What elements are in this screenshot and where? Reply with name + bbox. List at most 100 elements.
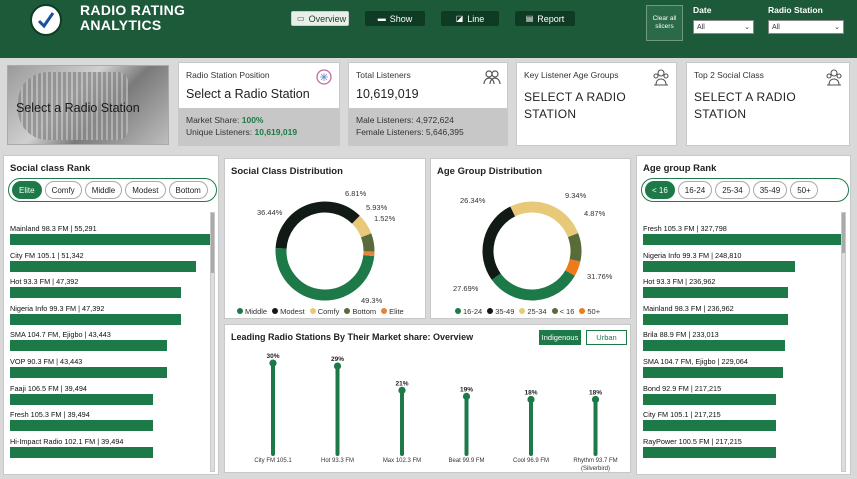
rank-row[interactable]: Brila 88.9 FM | 233,013 (643, 330, 786, 352)
clear-slicers-button[interactable]: Clear all slicers (646, 5, 683, 41)
rank-bar (643, 234, 843, 245)
lollipop-category-label: Max 102.3 FM (383, 458, 421, 464)
age-group-distribution-panel: Age Group Distribution 31.76% 27.69% 26.34… (430, 158, 631, 319)
hero-microphone-image: Select a Radio Station (7, 65, 169, 145)
users-icon (483, 70, 501, 85)
rank-bar (10, 340, 168, 352)
rank-row[interactable]: Hi-Impact Radio 102.1 FM | 39,494 (10, 437, 153, 458)
market-share-value: 100% (241, 115, 264, 125)
rank-row[interactable]: Nigeria Info 99.3 FM | 47,392 (10, 304, 182, 325)
nav-overview-button[interactable]: ▭ Overview (291, 11, 349, 26)
lollipop-value-label: 30% (266, 353, 279, 360)
age-group-pill[interactable]: 50+ (790, 181, 818, 199)
rank-bar (10, 260, 196, 272)
rank-bar (10, 367, 168, 378)
station-slicer: Radio Station All ⌄ (768, 5, 844, 34)
legend-item: Middle (237, 307, 267, 316)
age-group-pill[interactable]: 16-24 (677, 181, 713, 199)
legend-dot-icon (381, 308, 388, 314)
rank-row[interactable]: Mainland 98.3 FM | 55,291 (10, 224, 210, 245)
station-dropdown[interactable]: All ⌄ (768, 20, 844, 34)
legend-dot-icon (551, 308, 558, 314)
rank-label: Hi-Impact Radio 102.1 FM | 39,494 (10, 436, 124, 446)
unique-listeners-line: Unique Listeners: 10,619,019 (186, 126, 332, 138)
rank-row[interactable]: Nigeria Info 99.3 FM | 248,810 (643, 251, 795, 272)
rank-row[interactable]: SMA 104.7 FM, Ejigbo | 43,443 (10, 330, 168, 352)
kpi-listeners-title: Total Listeners (356, 70, 411, 80)
kpi-position-details: Market Share: 100% Unique Listeners: 10,… (179, 108, 339, 145)
social-class-pill[interactable]: Bottom (168, 181, 208, 199)
rank-bar (643, 313, 788, 325)
rank-row[interactable]: RayPower 100.5 FM | 217,215 (643, 437, 776, 458)
date-dropdown[interactable]: All ⌄ (693, 20, 754, 34)
social-class-pill[interactable]: Middle (84, 181, 123, 199)
donut-slice-bottom (360, 233, 375, 252)
rank-label: Faaji 106.5 FM | 39,494 (10, 383, 87, 393)
leading-stations-title: Leading Radio Stations By Their Market s… (231, 332, 474, 342)
rank-row[interactable]: Fresh 105.3 FM | 327,798 (643, 224, 843, 245)
legend-dot-icon (237, 308, 243, 314)
lollipop-category-label: Rhythm 93.7 FM (573, 458, 617, 464)
rank-row[interactable]: SMA 104.7 FM, Ejigbo | 229,064 (643, 357, 783, 378)
rank-label: RayPower 100.5 FM | 217,215 (643, 436, 742, 446)
rank-row[interactable]: Faaji 106.5 FM | 39,494 (10, 384, 153, 405)
market-share-label: Market Share: (186, 115, 242, 125)
kpi-social-title: Top 2 Social Class (694, 70, 764, 80)
report-icon: ▤ (525, 14, 534, 23)
nav-line-button[interactable]: ◪ Line (441, 11, 499, 26)
rank-label: City FM 105.1 | 217,215 (643, 410, 721, 420)
donut-slice-3549 (482, 206, 516, 280)
rank-bar (643, 393, 776, 405)
rank-row[interactable]: City FM 105.1 | 217,215 (643, 410, 776, 432)
donut-slice-2534 (510, 201, 579, 238)
rank-row[interactable]: Hot 93.3 FM | 236,962 (643, 277, 788, 299)
donut-value-label: 49.3% (361, 296, 383, 305)
lollipop-dot (591, 395, 600, 404)
nav-show-button[interactable]: ▬ Show (365, 11, 425, 26)
rank-row[interactable]: City FM 105.1 | 51,342 (10, 251, 196, 272)
nav-report-button[interactable]: ▤ Report (515, 11, 575, 26)
social-class-pill[interactable]: Elite (12, 181, 42, 199)
legend-label: 16-24 (463, 307, 483, 316)
social-class-pill[interactable]: Comfy (44, 181, 82, 199)
rank-row[interactable]: Bond 92.9 FM | 217,215 (643, 384, 776, 405)
rank-bar (10, 287, 182, 299)
rank-label: Fresh 105.3 FM | 39,494 (10, 410, 90, 420)
social-rank-scrollbar[interactable] (210, 212, 215, 472)
rank-bar (10, 234, 210, 245)
legend-item: Modest (272, 307, 305, 316)
chevron-down-icon: ⌄ (834, 24, 840, 31)
age-group-pill[interactable]: 35-49 (752, 181, 788, 199)
rank-row[interactable]: Mainland 98.3 FM | 236,962 (643, 304, 788, 325)
rank-label: Hot 93.3 FM | 47,392 (10, 277, 79, 287)
donut-slice-1624 (491, 270, 575, 301)
age-group-pill[interactable]: 25-34 (715, 181, 750, 199)
legend-item: 16-24 (455, 307, 482, 316)
legend-item: 35-49 (487, 307, 514, 316)
donut-slice-middle (275, 248, 375, 301)
rank-bar (643, 367, 783, 378)
age-group-pill[interactable]: < 16 (645, 181, 675, 199)
rank-row[interactable]: Fresh 105.3 FM | 39,494 (10, 410, 153, 432)
rank-row[interactable]: Hot 93.3 FM | 47,392 (10, 277, 182, 299)
station-slicer-label: Radio Station (768, 5, 823, 15)
legend-label: Bottom (352, 307, 377, 316)
lollipop-value-label: 29% (331, 356, 344, 363)
scroll-thumb[interactable] (842, 213, 845, 253)
lollipop-value-label: 19% (460, 386, 473, 393)
rank-label: Fresh 105.3 FM | 327,798 (643, 224, 727, 233)
date-slicer: Date All ⌄ (693, 5, 754, 34)
age-rank-scrollbar[interactable] (841, 212, 846, 472)
show-icon: ▬ (377, 14, 386, 23)
social-class-pill[interactable]: Modest (125, 181, 166, 199)
legend-label: Middle (245, 307, 268, 316)
logo-check-icon (37, 12, 55, 29)
scroll-thumb[interactable] (211, 213, 214, 273)
nav-line-label: Line (467, 13, 485, 24)
rank-bar (643, 420, 776, 432)
lollipop-category-label: City FM 105.1 (254, 458, 292, 464)
brain-icon (316, 69, 332, 85)
legend-label: Comfy (317, 307, 340, 316)
rank-row[interactable]: VOP 90.3 FM | 43,443 (10, 357, 168, 378)
kpi-total-listeners-card: Total Listeners 10,619,019 Male Listener… (348, 62, 508, 146)
